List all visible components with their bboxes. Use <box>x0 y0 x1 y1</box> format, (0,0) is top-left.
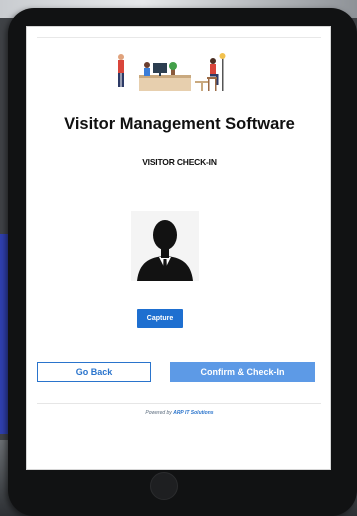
page-subtitle: VISITOR CHECK-IN <box>142 157 217 167</box>
capture-button[interactable]: Capture <box>137 309 183 328</box>
go-back-button[interactable]: Go Back <box>37 362 151 382</box>
footer-brand-link[interactable]: ARP IT Solutions <box>173 410 213 416</box>
confirm-checkin-button[interactable]: Confirm & Check-In <box>170 362 315 382</box>
home-button[interactable] <box>150 472 178 500</box>
page-title: Visitor Management Software <box>64 115 295 133</box>
footer-divider <box>37 403 321 404</box>
tablet-screen: Visitor Management Software VISITOR CHEC… <box>26 26 331 470</box>
footer-credit: Powered by ARP IT Solutions <box>27 410 332 416</box>
user-silhouette-icon <box>131 211 199 281</box>
top-divider <box>37 37 321 38</box>
footer-prefix: Powered by <box>145 410 172 416</box>
office-reception-illustration <box>109 47 229 99</box>
